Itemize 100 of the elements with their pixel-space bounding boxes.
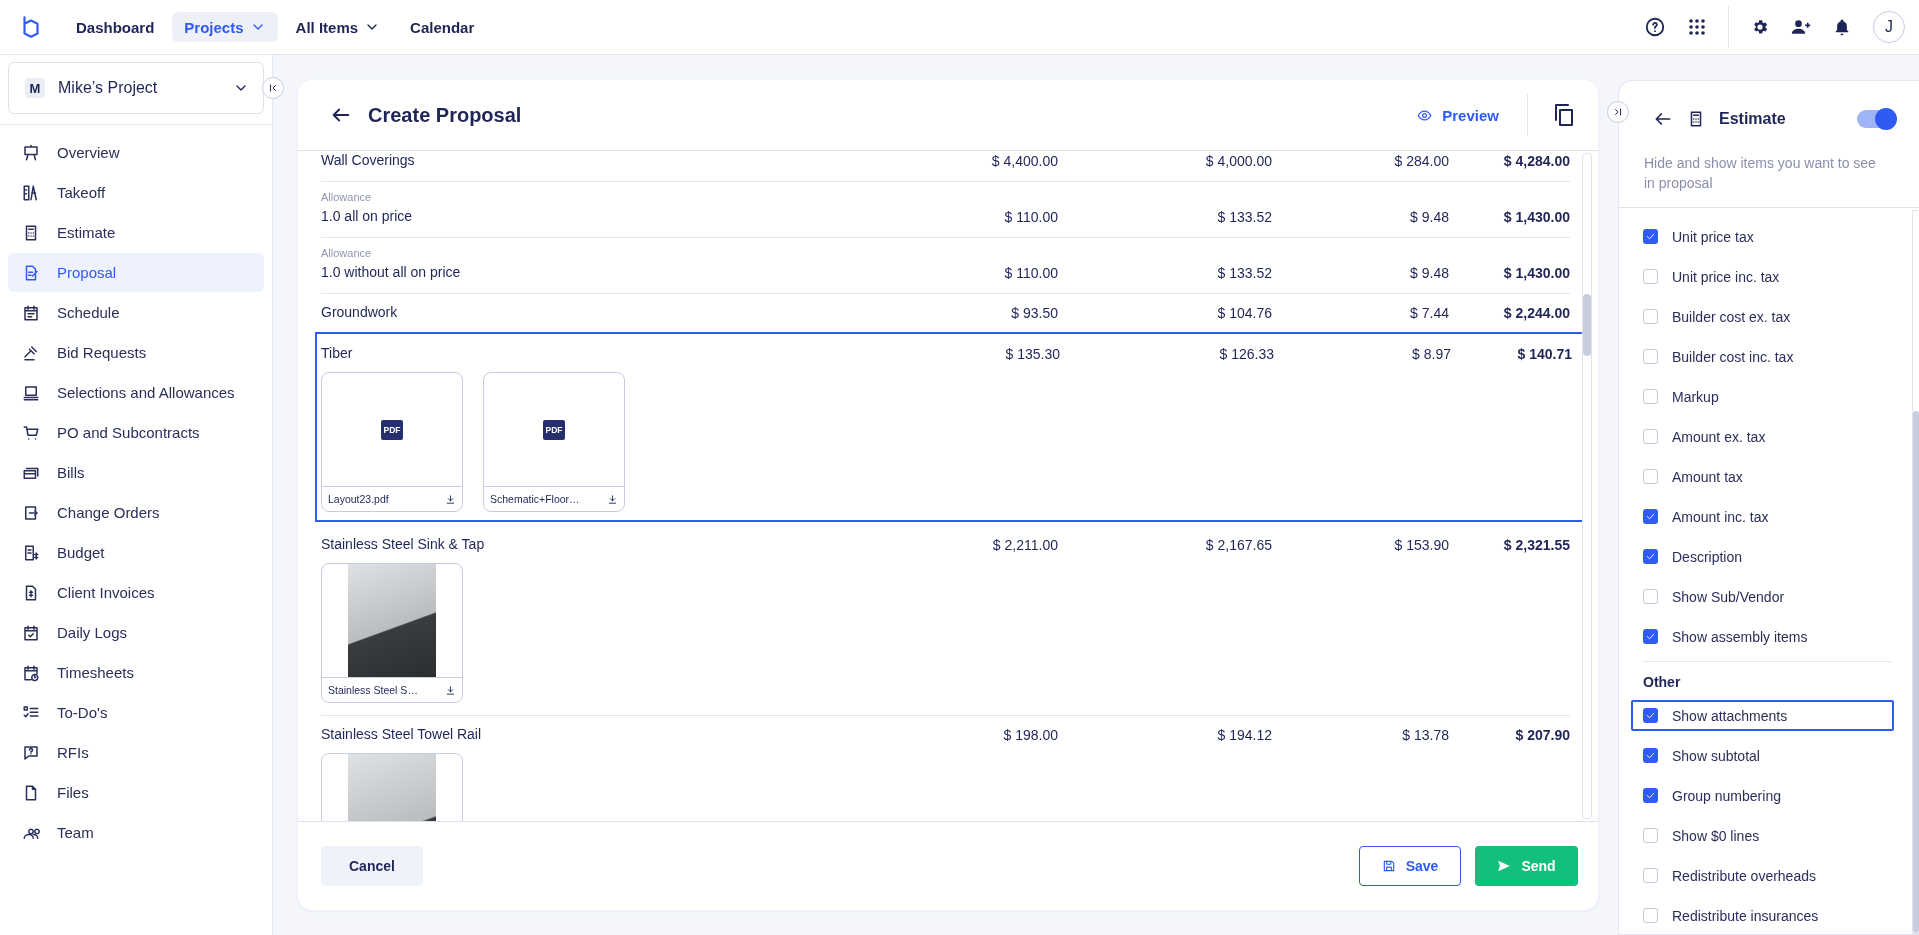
nav-tab[interactable]: Dashboard [64,12,167,42]
checkbox[interactable] [1643,309,1658,324]
checkbox[interactable] [1643,429,1658,444]
cart-icon [22,423,40,442]
download-icon[interactable] [445,493,456,505]
item-category: Allowance [321,191,373,203]
checkbox[interactable] [1643,908,1658,923]
option-row[interactable]: Amount tax [1631,461,1894,492]
option-row[interactable]: Show assembly items [1631,621,1894,652]
document-dollar-icon [22,543,40,562]
option-label: Builder cost inc. tax [1672,348,1794,365]
checkbox[interactable] [1643,269,1658,284]
save-button[interactable]: Save [1359,846,1461,886]
checkbox[interactable] [1643,349,1658,364]
nav-tab[interactable]: Projects [172,12,278,42]
attachment-card[interactable]: PDF Schematic+Floor… [483,372,625,512]
nav-tab[interactable]: Calendar [398,12,487,42]
people-icon[interactable] [1791,18,1811,36]
settings-icon[interactable] [1751,18,1769,36]
sidebar-item[interactable]: Change Orders [8,493,264,532]
amount-cell-text: $ 153.90 [1393,537,1449,553]
sidebar-item[interactable]: To-Do's [8,693,264,732]
sidebar-item[interactable]: Schedule [8,293,264,332]
easel-icon [22,143,40,162]
checkbox[interactable] [1643,589,1658,604]
option-row[interactable]: Redistribute insurances [1631,900,1894,931]
sidebar-item[interactable]: Overview [8,133,264,172]
sidebar-item[interactable]: Proposal [8,253,264,292]
option-row[interactable]: Builder cost ex. tax [1631,301,1894,332]
option-row[interactable]: Unit price tax [1631,221,1894,252]
option-row[interactable]: Show attachments [1631,700,1894,731]
checkbox[interactable] [1643,828,1658,843]
amount-cell-text: $ 133.52 [1216,209,1272,225]
option-row[interactable]: Builder cost inc. tax [1631,341,1894,372]
sidebar-item[interactable]: PO and Subcontracts [8,413,264,452]
scrollbar[interactable] [1912,210,1919,934]
checkbox[interactable] [1643,748,1658,763]
copy-icon[interactable] [1552,103,1576,127]
checkbox[interactable] [1643,549,1658,564]
option-row[interactable]: Show subtotal [1631,740,1894,771]
project-selector[interactable]: M Mike’s Project [8,62,264,114]
collapse-button[interactable] [262,77,284,99]
nav-tab[interactable]: All Items [283,12,393,42]
amount-cell-text: $ 284.00 [1393,153,1449,169]
sidebar-item[interactable]: Budget [8,533,264,572]
bell-icon[interactable] [1833,17,1851,37]
option-row[interactable]: Show $0 lines [1631,820,1894,851]
download-icon[interactable] [607,493,618,505]
sidebar-item[interactable]: Bid Requests [8,333,264,372]
sidebar-item[interactable]: Timesheets [8,653,264,692]
scrollbar[interactable] [1582,153,1592,819]
option-row[interactable]: Amount inc. tax [1631,501,1894,532]
option-row[interactable]: Markup [1631,381,1894,412]
sidebar-item[interactable]: Client Invoices [8,573,264,612]
option-label: Show attachments [1672,707,1788,724]
checkbox[interactable] [1643,389,1658,404]
toggle-switch[interactable] [1857,110,1895,128]
option-label: Redistribute insurances [1672,907,1819,924]
checkbox[interactable] [1643,469,1658,484]
sidebar-item[interactable]: Takeoff [8,173,264,212]
item-name: Stainless Steel Towel Rail [321,726,482,742]
checkbox[interactable] [1643,788,1658,803]
checkbox[interactable] [1643,229,1658,244]
cancel-button[interactable]: Cancel [321,846,423,886]
checkbox[interactable] [1643,708,1658,723]
item-name: Wall Coverings [321,152,415,168]
option-row[interactable]: Unit price inc. tax [1631,261,1894,292]
download-icon[interactable] [445,684,456,696]
sidebar-item[interactable]: Daily Logs [8,613,264,652]
apps-grid-icon[interactable] [1688,18,1706,36]
help-icon[interactable] [1644,16,1666,38]
preview-button[interactable]: Preview [1407,100,1509,130]
option-label: Show $0 lines [1672,827,1760,844]
ruler-compass-icon [22,183,40,202]
pdf-icon: PDF [381,419,403,440]
sidebar-item[interactable]: Estimate [8,213,264,252]
page-title: Create Proposal [368,103,523,127]
total-cell-text: $ 140.71 [1516,346,1572,362]
option-row[interactable]: Amount ex. tax [1631,421,1894,452]
checkbox[interactable] [1643,868,1658,883]
sidebar-item[interactable]: Files [8,773,264,812]
option-label: Show Sub/Vendor [1672,588,1785,605]
option-row[interactable]: Description [1631,541,1894,572]
sidebar-item[interactable]: RFIs [8,733,264,772]
attachment-card[interactable]: Stainless Steel S… [321,563,463,703]
attachment-card[interactable]: PDF Layout23.pdf [321,372,463,512]
option-label: Redistribute overheads [1672,867,1816,884]
amount-cell-text: $ 126.33 [1218,346,1274,362]
sidebar-item[interactable]: Team [8,813,264,852]
checkbox[interactable] [1643,629,1658,644]
option-row[interactable]: Group numbering [1631,780,1894,811]
sidebar-item[interactable]: Bills [8,453,264,492]
option-label: Show subtotal [1672,747,1760,764]
checkbox[interactable] [1643,509,1658,524]
check-icon [1645,231,1656,242]
sidebar-item[interactable]: Selections and Allowances [8,373,264,412]
expand-button[interactable] [1607,101,1629,123]
option-row[interactable]: Show Sub/Vendor [1631,581,1894,612]
attachment-name: Stainless Steel S… [328,684,419,696]
option-row[interactable]: Redistribute overheads [1631,860,1894,891]
